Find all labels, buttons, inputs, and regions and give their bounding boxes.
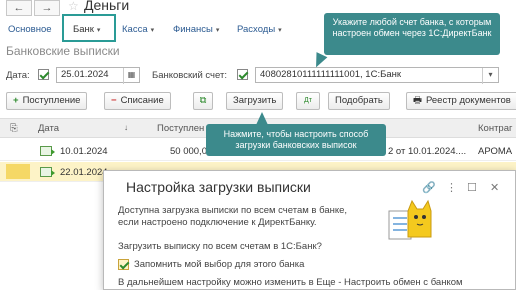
tab-bank[interactable]: Банк ▾: [73, 24, 100, 35]
copy-icon[interactable]: ⧉: [193, 92, 213, 110]
close-icon[interactable]: ✕: [490, 181, 499, 194]
date-field[interactable]: 25.01.2024 ▦: [56, 67, 140, 84]
dialog-title: Настройка загрузки выписки: [126, 179, 311, 195]
load-settings-dialog: Настройка загрузки выписки 🔗 ⋮ ☐ ✕ Досту…: [103, 170, 516, 290]
plus-icon: +: [13, 95, 19, 106]
registry-button[interactable]: 🖶 Реестр документов: [406, 92, 516, 110]
minus-icon: −: [111, 95, 117, 106]
link-icon[interactable]: 🔗: [422, 181, 436, 194]
expense-button[interactable]: − Списание: [104, 92, 171, 110]
income-button[interactable]: + Поступление: [6, 92, 88, 110]
load-button[interactable]: Загрузить: [226, 92, 284, 110]
callout-load: Нажмите, чтобы настроить способ загрузки…: [206, 124, 386, 156]
row-marker: [6, 164, 30, 179]
dialog-description: Доступна загрузка выписки по всем счетам…: [118, 205, 348, 228]
dialog-question: Загрузить выписку по всем счетам в 1С:Ба…: [118, 241, 322, 252]
column-date[interactable]: Дата: [38, 123, 59, 134]
document-icon: [40, 167, 55, 177]
app-title: Деньги: [84, 0, 130, 13]
account-checkbox[interactable]: [237, 69, 248, 80]
tab-finance[interactable]: Финансы ▾: [173, 24, 219, 35]
column-income[interactable]: Поступлен: [157, 123, 204, 134]
chevron-down-icon: ▾: [96, 27, 101, 34]
callout-arrow: [256, 112, 268, 125]
tab-expenses[interactable]: Расходы ▾: [237, 24, 282, 35]
forward-button[interactable]: →: [34, 0, 60, 16]
date-checkbox[interactable]: [38, 69, 49, 80]
select-button[interactable]: Подобрать: [328, 92, 390, 110]
favorite-star-icon[interactable]: ☆: [68, 0, 79, 13]
callout-account: Укажите любой счет банка, с которым наст…: [324, 13, 500, 55]
column-counterparty[interactable]: Контраг: [478, 123, 512, 134]
document-icon: [40, 146, 55, 156]
account-label: Банковский счет:: [152, 70, 227, 81]
remember-label[interactable]: Запомнить мой выбор для этого банка: [134, 259, 304, 271]
printer-icon: 🖶: [413, 95, 422, 106]
bank-account-field[interactable]: 40802810111111111001, 1С:Банк ▾: [255, 67, 499, 84]
mascot-cat-icon: [388, 199, 432, 240]
chevron-down-icon: ▾: [150, 27, 155, 34]
maximize-icon[interactable]: ☐: [467, 181, 477, 194]
chevron-down-icon[interactable]: ▾: [482, 68, 498, 84]
more-icon[interactable]: ⋮: [446, 181, 457, 194]
chevron-down-icon: ▾: [278, 27, 282, 34]
chevron-down-icon: ▾: [215, 27, 220, 34]
remember-checkbox[interactable]: [118, 259, 129, 270]
page-title: Банковские выписки: [6, 44, 120, 58]
tab-main[interactable]: Основное: [8, 24, 52, 35]
attachment-icon: ⎘: [10, 123, 18, 134]
tab-cash[interactable]: Касса ▾: [122, 24, 154, 35]
back-button[interactable]: ←: [6, 0, 32, 16]
sort-icon[interactable]: ↓: [124, 123, 128, 132]
dialog-footer: В дальнейшем настройку можно изменить в …: [118, 277, 463, 288]
calendar-icon[interactable]: ▦: [123, 68, 139, 84]
dt-kt-icon[interactable]: Дт: [296, 92, 320, 110]
date-label: Дата:: [6, 70, 30, 81]
